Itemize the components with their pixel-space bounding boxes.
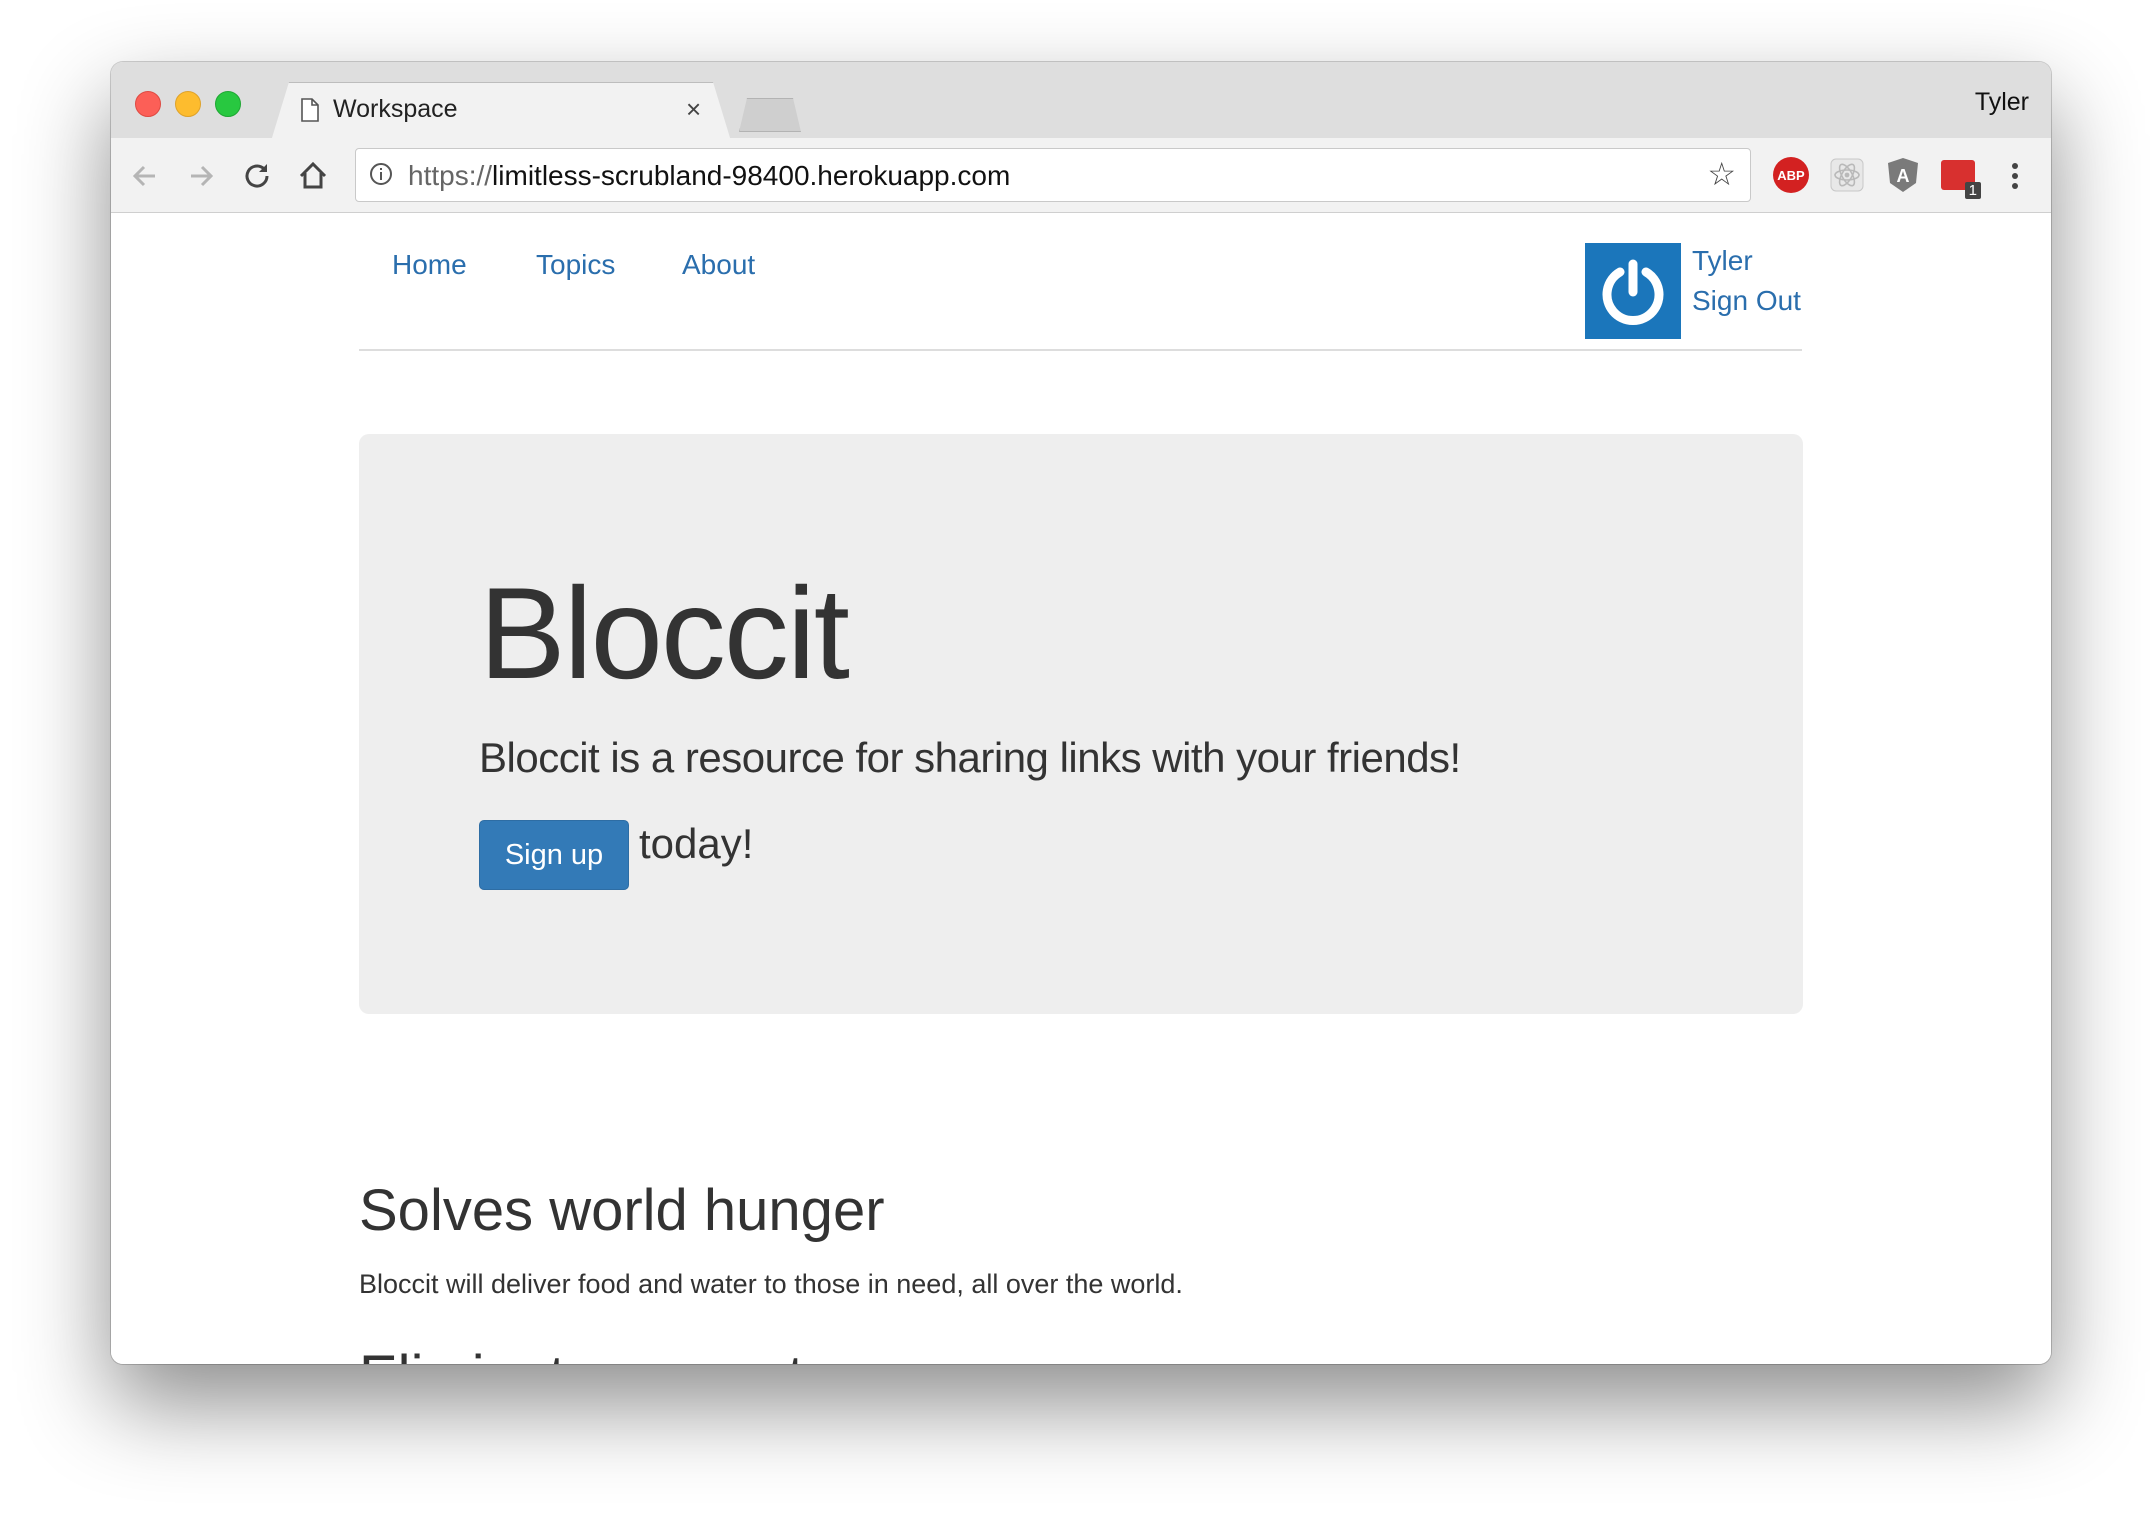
profile-name[interactable]: Tyler (1975, 88, 2029, 117)
back-arrow-icon (132, 165, 155, 187)
forward-arrow-icon (191, 165, 214, 187)
sign-out-link[interactable]: Sign Out (1692, 285, 1801, 317)
reload-icon (245, 164, 269, 188)
feature-heading: Eliminates poverty (359, 1343, 833, 1364)
angular-icon[interactable]: A (1885, 157, 1921, 193)
adblock-plus-icon[interactable]: ABP (1773, 157, 1809, 193)
zoom-window-button[interactable] (215, 91, 241, 117)
react-devtools-icon[interactable] (1829, 157, 1865, 193)
site-title: Bloccit (479, 560, 850, 706)
reload-button[interactable] (237, 156, 277, 196)
adblock-label: ABP (1777, 167, 1805, 183)
shield-icon: A (1888, 158, 1918, 192)
back-button[interactable] (125, 156, 165, 196)
browser-toolbar: https://limitless-scrubland-98400.heroku… (111, 138, 2051, 213)
mail-extension-icon[interactable]: 1 (1941, 160, 1981, 199)
new-tab-button[interactable] (739, 98, 801, 132)
browser-window: Workspace × Tyler https://limitless-scru… (111, 62, 2051, 1364)
tab-title: Workspace (333, 95, 458, 123)
tab-close-icon[interactable]: × (686, 94, 701, 125)
nav-topics-link[interactable]: Topics (536, 249, 615, 281)
minimize-window-button[interactable] (175, 91, 201, 117)
title-bar: Workspace × Tyler (111, 62, 2051, 141)
page-content: Home Topics About Tyler Sign Out Bloccit… (111, 213, 2051, 1364)
url-text: https://limitless-scrubland-98400.heroku… (408, 160, 1010, 192)
menu-button[interactable] (1995, 156, 2035, 196)
info-icon[interactable] (369, 162, 393, 186)
close-window-button[interactable] (135, 91, 161, 117)
power-icon (1602, 259, 1664, 325)
forward-button[interactable] (181, 156, 221, 196)
home-icon (299, 161, 327, 189)
today-text: today! (639, 820, 754, 867)
feature-text: Bloccit will deliver food and water to t… (359, 1269, 1183, 1299)
user-name[interactable]: Tyler (1692, 245, 1753, 277)
url-host: limitless-scrubland-98400.herokuapp.com (492, 160, 1011, 191)
tagline: Bloccit is a resource for sharing links … (479, 734, 1461, 781)
url-scheme: https:// (408, 160, 493, 191)
mail-badge: 1 (1964, 182, 1981, 199)
nav-home-link[interactable]: Home (392, 249, 467, 281)
bookmark-star-icon[interactable]: ☆ (1707, 158, 1736, 190)
jumbotron: Bloccit Bloccit is a resource for sharin… (359, 434, 1803, 1014)
address-bar[interactable]: https://limitless-scrubland-98400.heroku… (355, 148, 1751, 202)
feature-heading: Solves world hunger (359, 1178, 885, 1243)
page-icon (301, 98, 319, 122)
home-button[interactable] (293, 156, 333, 196)
nav-about-link[interactable]: About (682, 249, 755, 281)
kebab-menu-icon (2012, 163, 2018, 189)
atom-icon (1830, 158, 1864, 192)
site-navbar: Home Topics About Tyler Sign Out (359, 213, 1802, 351)
avatar (1585, 243, 1681, 339)
angular-label: A (1897, 166, 1910, 186)
sign-up-button[interactable]: Sign up (479, 820, 629, 890)
